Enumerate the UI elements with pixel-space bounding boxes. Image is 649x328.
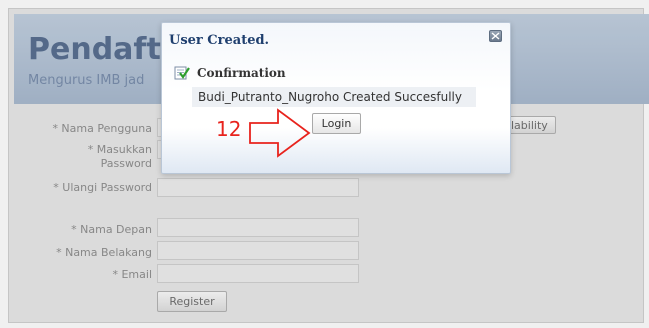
confirmation-icon: [174, 66, 190, 80]
page-background: Pendafta Mengurus IMB jad * Nama Penggun…: [0, 0, 649, 328]
login-button[interactable]: Login: [312, 113, 361, 134]
confirmation-message: Budi_Putranto_Nugroho Created Succesfull…: [192, 87, 476, 107]
arrow-right-icon: [249, 108, 311, 158]
step-number-annotation: 12: [216, 117, 242, 141]
dialog-title: User Created.: [169, 33, 270, 48]
confirmation-label: Confirmation: [197, 66, 286, 80]
user-created-dialog: User Created. Confirmation Budi_Putranto…: [161, 22, 511, 174]
close-icon[interactable]: [489, 30, 502, 42]
